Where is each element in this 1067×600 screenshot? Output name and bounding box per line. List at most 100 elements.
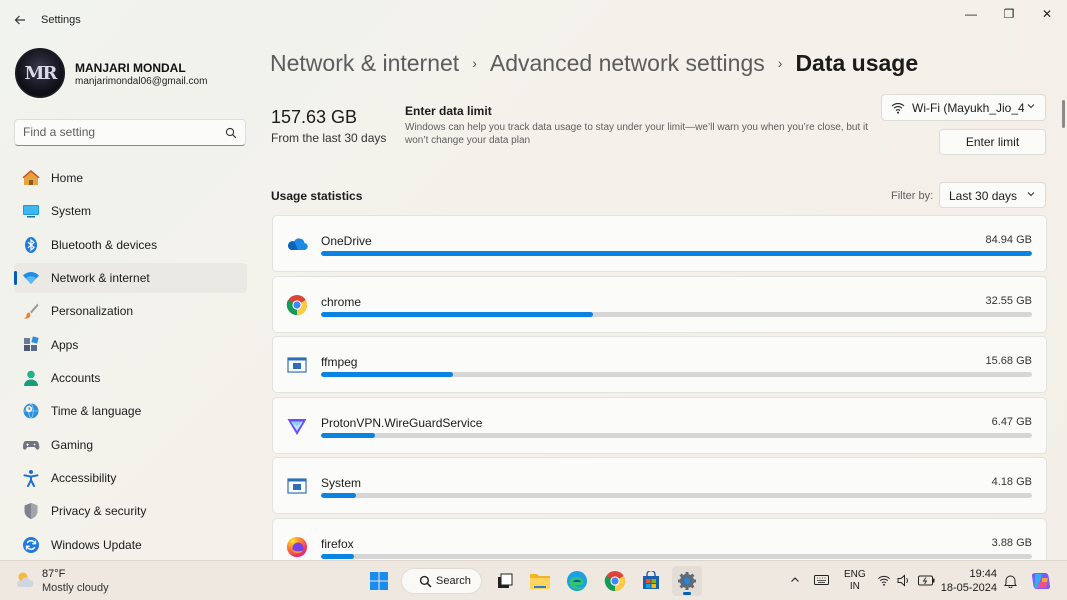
sidebar-item-gaming[interactable]: Gaming [14, 430, 247, 460]
volume-icon[interactable] [897, 574, 911, 587]
sidebar-item-label: Windows Update [51, 537, 142, 552]
app-name: OneDrive [321, 234, 372, 248]
filter-dropdown[interactable]: Last 30 days [939, 182, 1046, 208]
list-item[interactable]: firefox 3.88 GB [272, 517, 1047, 560]
usage-bar-track [321, 432, 1032, 438]
sidebar-item-privacy-security[interactable]: Privacy & security [14, 496, 247, 526]
task-view-button[interactable] [490, 566, 520, 596]
usage-bar-track [321, 493, 1032, 498]
sidebar-item-time-language[interactable]: Time & language [14, 396, 247, 426]
maximize-button[interactable]: ❐ [991, 4, 1027, 24]
clock-date[interactable]: 18-05-2024 [937, 582, 997, 594]
app-name: chrome [321, 294, 362, 309]
file-explorer-button[interactable] [525, 566, 555, 596]
sidebar-item-accounts[interactable]: Accounts [14, 363, 247, 393]
search-input[interactable] [23, 125, 213, 139]
keyboard-icon[interactable] [814, 574, 829, 586]
close-button[interactable]: ✕ [1029, 4, 1065, 24]
network-adapter-dropdown[interactable]: Wi-Fi (Mayukh_Jio_4 [881, 94, 1046, 121]
app-data-size: 4.18 GB [991, 476, 1032, 488]
gamepad-icon [22, 436, 40, 454]
page-title: Data usage [795, 49, 919, 76]
list-item[interactable]: System 4.18 GB [272, 457, 1047, 514]
language-indicator[interactable]: ENG IN [844, 569, 866, 593]
list-item[interactable]: OneDrive 84.94 GB [272, 215, 1047, 272]
globe-clock-icon [22, 402, 40, 420]
search-box[interactable] [14, 119, 246, 146]
sidebar-item-label: Time & language [51, 404, 142, 419]
clock-time[interactable]: 19:44 [947, 568, 997, 580]
sidebar-item-label: Apps [51, 337, 79, 352]
user-email: manjarimondal06@gmail.com [75, 76, 208, 87]
update-icon [22, 536, 40, 554]
sidebar-item-personalization[interactable]: Personalization [14, 296, 247, 326]
user-name: MANJARI MONDAL [75, 61, 186, 75]
microsoft-store-button[interactable] [636, 566, 666, 596]
chrome-taskbar-button[interactable] [600, 566, 630, 596]
app-name: ProtonVPN.WireGuardService [321, 415, 483, 430]
battery-charging-icon[interactable] [918, 575, 935, 586]
sidebar-item-bluetooth[interactable]: Bluetooth & devices [14, 230, 247, 260]
enter-limit-button[interactable]: Enter limit [939, 129, 1046, 155]
usage-bar-fill [321, 493, 356, 498]
sidebar-nav: Home System Bluetooth & devices Network … [14, 163, 247, 563]
weather-description[interactable]: Mostly cloudy [42, 582, 109, 594]
scrollbar[interactable] [1062, 100, 1065, 128]
shield-icon [22, 502, 40, 520]
protonvpn-icon [285, 414, 309, 438]
total-usage-period: From the last 30 days [271, 131, 387, 145]
app-window-icon [285, 353, 309, 377]
sidebar-item-network[interactable]: Network & internet [14, 263, 247, 294]
sidebar-item-windows-update[interactable]: Windows Update [14, 530, 247, 560]
usage-bar-track [321, 553, 1032, 559]
sidebar-item-label: Home [51, 171, 84, 185]
sidebar-item-label: Accessibility [51, 471, 117, 486]
breadcrumb-network-internet[interactable]: Network & internet [270, 50, 459, 77]
app-usage-list: OneDrive 84.94 GB chrome 32.55 GB ffmpeg… [272, 215, 1047, 560]
start-button[interactable] [364, 566, 394, 596]
sidebar-item-system[interactable]: System [14, 196, 247, 226]
copilot-icon[interactable] [1030, 570, 1052, 592]
wifi-icon[interactable] [877, 574, 891, 587]
weather-temperature[interactable]: 87°F [42, 568, 65, 580]
sidebar-item-apps[interactable]: Apps [14, 330, 247, 360]
store-icon [643, 571, 659, 589]
sidebar-item-home[interactable]: Home [14, 163, 247, 193]
taskbar-search[interactable]: Search [401, 568, 482, 594]
sidebar-item-label: Personalization [51, 304, 134, 319]
back-button[interactable] [10, 10, 30, 30]
taskbar: 87°F Mostly cloudy Search ENG IN 19:44 1… [0, 560, 1067, 600]
apps-icon [22, 336, 40, 354]
breadcrumb-advanced-network-settings[interactable]: Advanced network settings [490, 50, 765, 77]
language-code: ENG [844, 569, 866, 580]
accessibility-icon [22, 469, 40, 488]
settings-taskbar-button[interactable] [672, 566, 702, 596]
app-data-size: 84.94 GB [985, 234, 1032, 246]
minimize-button[interactable]: — [953, 4, 989, 24]
sidebar-item-accessibility[interactable]: Accessibility [14, 463, 247, 493]
app-name: System [321, 476, 362, 490]
usage-bar-fill [321, 432, 376, 438]
network-icon [22, 269, 40, 287]
list-item[interactable]: ffmpeg 15.68 GB [272, 336, 1047, 393]
sidebar-item-label: Gaming [51, 437, 94, 452]
edge-button[interactable] [562, 566, 592, 596]
weather-cloudy-icon[interactable] [14, 569, 36, 591]
list-item[interactable]: chrome 32.55 GB [272, 275, 1047, 333]
home-icon [22, 169, 40, 187]
avatar[interactable]: MR [15, 48, 65, 98]
chrome-icon [285, 293, 309, 317]
search-icon[interactable] [225, 127, 237, 139]
usage-statistics-title: Usage statistics [271, 189, 363, 203]
total-usage-value: 157.63 GB [271, 107, 358, 127]
list-item[interactable]: ProtonVPN.WireGuardService 6.47 GB [272, 396, 1047, 454]
usage-bar-track [321, 372, 1032, 377]
firefox-icon [285, 535, 309, 559]
usage-bar-track [321, 311, 1032, 317]
chrome-icon [604, 571, 626, 592]
chevron-up-icon[interactable] [790, 575, 800, 585]
notification-bell-icon[interactable] [1004, 574, 1017, 588]
chevron-right-icon: › [777, 55, 783, 71]
maximize-icon: ❐ [1003, 7, 1015, 21]
bluetooth-icon [22, 236, 40, 254]
